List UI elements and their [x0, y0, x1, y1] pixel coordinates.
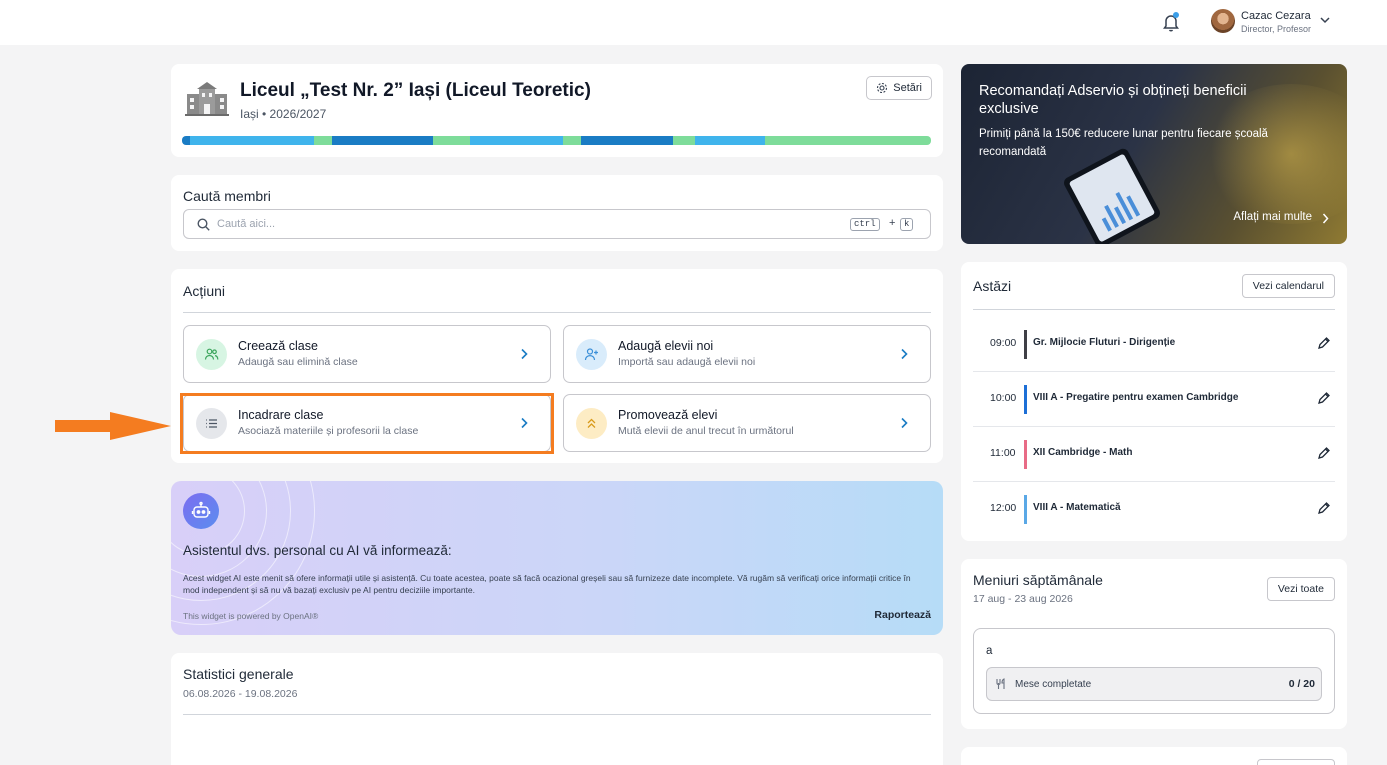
promo-banner[interactable]: Recomandați Adservio și obțineți benefic… [961, 64, 1347, 244]
stats-title: Statistici generale [183, 666, 294, 682]
event-color-bar [1024, 495, 1027, 524]
edit-pencil-icon[interactable] [1317, 336, 1331, 350]
weekly-menus-card: Meniuri săptămânale 17 aug - 23 aug 2026… [961, 559, 1347, 729]
action-subtitle: Importă sau adaugă elevii noi [618, 356, 756, 368]
meals-label: Mese completate [1015, 679, 1092, 690]
search-card: Caută membri ctrl + k [171, 175, 943, 251]
highlight-box [180, 393, 554, 454]
edit-pencil-icon[interactable] [1317, 501, 1331, 515]
search-title: Caută membri [183, 188, 271, 204]
event-time: 11:00 [990, 447, 1016, 459]
action-promote-students[interactable]: Promovează elevi Mută elevii de anul tre… [563, 394, 931, 452]
action-title: Promovează elevi [618, 408, 718, 422]
kbd-k: k [900, 218, 914, 231]
settings-label: Setări [893, 82, 922, 94]
settings-button[interactable]: Setări [866, 76, 932, 100]
school-subtitle: Iași • 2026/2027 [240, 107, 327, 121]
page-title: Liceul „Test Nr. 2” Iași (Liceul Teoreti… [240, 80, 591, 101]
event-time: 12:00 [990, 502, 1017, 514]
fork-knife-icon [996, 678, 1005, 689]
meals-count: 0 / 20 [1288, 678, 1315, 690]
kbd-ctrl: ctrl [850, 218, 880, 231]
edit-pencil-icon[interactable] [1317, 446, 1331, 460]
ai-title: Asistentul dvs. personal cu AI vă inform… [183, 543, 452, 558]
action-title: Adaugă elevii noi [618, 339, 714, 353]
ai-disclaimer: Acest widget AI este menit să ofere info… [183, 573, 911, 595]
action-subtitle: Adaugă sau elimină clase [238, 356, 358, 368]
next-card [961, 747, 1347, 765]
school-card: Liceul „Test Nr. 2” Iași (Liceul Teoreti… [171, 64, 943, 157]
divider [973, 309, 1335, 310]
chevron-right-icon [901, 348, 908, 360]
actions-title: Acțiuni [183, 283, 226, 299]
event-color-bar [1024, 330, 1027, 359]
chevron-right-icon [901, 417, 908, 429]
menus-title: Meniuri săptămânale [973, 572, 1103, 588]
user-name[interactable]: Cazac Cezara [1241, 10, 1311, 22]
view-calendar-button[interactable]: Vezi calendarul [1241, 274, 1335, 298]
top-bar: Cazac Cezara Director, Profesor [0, 0, 1387, 45]
menu-item[interactable]: a Mese completate 0 / 20 [973, 628, 1335, 714]
today-title: Astăzi [973, 278, 1012, 294]
avatar[interactable] [1211, 9, 1235, 33]
action-subtitle: Mută elevii de anul trecut în următorul [618, 425, 794, 437]
search-box[interactable]: ctrl + k [183, 209, 931, 239]
card-button[interactable] [1257, 759, 1335, 765]
school-building-icon [185, 82, 229, 116]
color-strip [182, 136, 931, 145]
action-create-classes[interactable]: Creează clase Adaugă sau elimină clase [183, 325, 551, 383]
ai-assistant-card: Asistentul dvs. personal cu AI vă inform… [171, 481, 943, 635]
robot-icon [183, 493, 219, 529]
ai-powered-by: This widget is powered by OpenAI® [183, 611, 319, 621]
kbd-plus: + [889, 217, 896, 229]
tablet-illustration [1061, 146, 1163, 244]
user-role: Director, Profesor [1241, 24, 1312, 34]
event-row[interactable]: 11:00 XII Cambridge - Math [973, 427, 1335, 482]
notification-dot [1173, 12, 1179, 18]
gear-icon [877, 82, 888, 94]
search-input[interactable] [217, 215, 817, 233]
search-icon [197, 218, 210, 231]
event-row[interactable]: 12:00 VIII A - Matematică [973, 482, 1335, 537]
menu-name: a [986, 645, 993, 657]
divider [183, 714, 931, 715]
report-link[interactable]: Raportează [874, 609, 931, 621]
event-name: Gr. Mijlocie Fluturi - Dirigenție [1033, 337, 1176, 348]
edit-pencil-icon[interactable] [1317, 391, 1331, 405]
stats-date-range: 06.08.2026 - 19.08.2026 [183, 688, 298, 700]
arrow-right-icon [55, 412, 171, 440]
action-add-students[interactable]: Adaugă elevii noi Importă sau adaugă ele… [563, 325, 931, 383]
stats-card: Statistici generale 06.08.2026 - 19.08.2… [171, 653, 943, 765]
event-time: 10:00 [990, 392, 1017, 404]
event-row[interactable]: 09:00 Gr. Mijlocie Fluturi - Dirigenție [973, 317, 1335, 372]
chevron-right-icon [1322, 213, 1329, 224]
event-name: VIII A - Pregatire pentru examen Cambrid… [1033, 392, 1239, 403]
event-row[interactable]: 10:00 VIII A - Pregatire pentru examen C… [973, 372, 1335, 427]
today-card: Astăzi Vezi calendarul 09:00 Gr. Mijloci… [961, 262, 1347, 541]
event-color-bar [1024, 440, 1027, 469]
meals-progress: Mese completate 0 / 20 [986, 667, 1322, 701]
action-title: Creează clase [238, 339, 318, 353]
user-plus-icon [576, 339, 607, 370]
event-color-bar [1024, 385, 1027, 414]
view-all-button[interactable]: Vezi toate [1266, 577, 1335, 601]
menus-date-range: 17 aug - 23 aug 2026 [973, 593, 1073, 605]
chevron-down-icon[interactable] [1319, 14, 1331, 26]
divider [183, 312, 931, 313]
users-icon [196, 339, 227, 370]
chevron-right-icon [521, 348, 528, 360]
event-name: XII Cambridge - Math [1033, 447, 1133, 458]
learn-more-link[interactable]: Aflați mai multe [1233, 211, 1312, 223]
promo-title: Recomandați Adservio și obțineți benefic… [979, 83, 1247, 117]
event-time: 09:00 [990, 337, 1017, 349]
promo-subtitle: Primiți până la 150€ reducere lunar pent… [979, 128, 1268, 158]
event-name: VIII A - Matematică [1033, 502, 1121, 513]
chevrons-up-icon [576, 408, 607, 439]
